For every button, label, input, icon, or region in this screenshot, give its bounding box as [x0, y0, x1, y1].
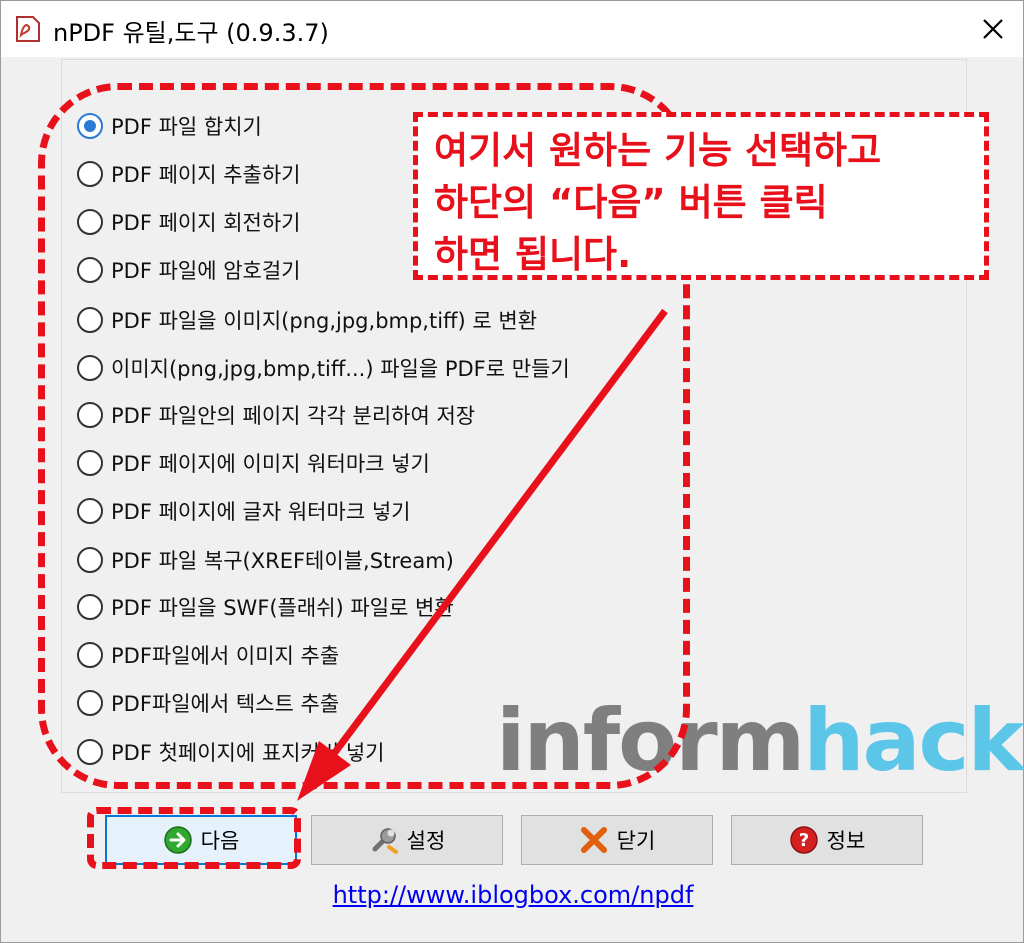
annotation-callout: 여기서 원하는 기능 선택하고 하단의 “다음” 버튼 클릭 하면 됩니다.: [413, 112, 989, 280]
settings-button-label: 설정: [406, 829, 446, 853]
option-text-watermark[interactable]: PDF 페이지에 글자 워터마크 넣기: [77, 491, 410, 531]
option-label: PDF 페이지 회전하기: [111, 211, 301, 235]
radio-button[interactable]: [77, 450, 103, 476]
option-image-to-pdf[interactable]: 이미지(png,jpg,bmp,tiff...) 파일을 PDF로 만들기: [77, 348, 570, 388]
option-label: PDF 페이지에 글자 워터마크 넣기: [111, 500, 411, 524]
title-bar: nPDF 유틸,도구 (0.9.3.7): [1, 1, 1023, 57]
radio-button[interactable]: [77, 209, 103, 235]
option-label: PDF 파일에 암호걸기: [111, 259, 301, 283]
option-label: PDF파일에서 이미지 추출: [111, 644, 340, 668]
radio-button[interactable]: [77, 161, 103, 187]
watermark-part-2: hack: [803, 691, 1024, 791]
option-repair-pdf[interactable]: PDF 파일 복구(XREF테이블,Stream): [77, 540, 454, 580]
info-button-label: 정보: [826, 829, 866, 853]
pdf-app-icon: [16, 16, 40, 42]
radio-button[interactable]: [77, 257, 103, 283]
watermark-part-1: inform: [496, 691, 805, 791]
option-label: PDF 파일을 SWF(플래쉬) 파일로 변환: [111, 596, 454, 620]
option-pdf-to-swf[interactable]: PDF 파일을 SWF(플래쉬) 파일로 변환: [77, 587, 454, 627]
option-cover-page[interactable]: PDF 첫페이지에 표지커버 넣기: [77, 732, 384, 772]
option-pdf-to-image[interactable]: PDF 파일을 이미지(png,jpg,bmp,tiff) 로 변환: [77, 300, 537, 340]
homepage-link[interactable]: http://www.iblogbox.com/npdf: [1, 881, 1024, 909]
radio-button[interactable]: [77, 307, 103, 333]
window-title: nPDF 유틸,도구 (0.9.3.7): [53, 19, 329, 47]
option-merge-pdf[interactable]: PDF 파일 합치기: [77, 106, 262, 146]
option-label: PDF 페이지 추출하기: [111, 163, 301, 187]
radio-button[interactable]: [77, 355, 103, 381]
radio-button[interactable]: [77, 739, 103, 765]
option-label: 이미지(png,jpg,bmp,tiff...) 파일을 PDF로 만들기: [111, 357, 570, 381]
help-icon: ?: [789, 826, 818, 854]
callout-text: 여기서 원하는 기능 선택하고 하단의 “다음” 버튼 클릭 하면 됩니다.: [434, 129, 882, 276]
radio-button[interactable]: [77, 690, 103, 716]
option-label: PDF 첫페이지에 표지커버 넣기: [111, 741, 385, 765]
close-icon: [983, 19, 1003, 39]
npdf-window: nPDF 유틸,도구 (0.9.3.7) PDF 파일 합치기 PDF 페이지 …: [0, 0, 1024, 943]
svg-text:?: ?: [798, 830, 808, 851]
settings-button[interactable]: 설정: [311, 815, 503, 865]
option-split-pages[interactable]: PDF 파일안의 페이지 각각 분리하여 저장: [77, 395, 475, 435]
option-rotate-pages[interactable]: PDF 페이지 회전하기: [77, 202, 301, 242]
info-button[interactable]: ? 정보: [731, 815, 923, 865]
radio-button[interactable]: [77, 547, 103, 573]
option-label: PDF 파일 합치기: [111, 115, 262, 139]
wrench-icon: [372, 828, 398, 854]
option-label: PDF파일에서 텍스트 추출: [111, 692, 340, 716]
option-label: PDF 파일을 이미지(png,jpg,bmp,tiff) 로 변환: [111, 309, 538, 333]
option-label: PDF 파일안의 페이지 각각 분리하여 저장: [111, 404, 476, 428]
radio-button[interactable]: [77, 594, 103, 620]
option-extract-text[interactable]: PDF파일에서 텍스트 추출: [77, 683, 339, 723]
next-button[interactable]: 다음: [105, 815, 297, 865]
green-arrow-icon: [163, 826, 192, 854]
radio-button[interactable]: [77, 402, 103, 428]
radio-button-selected[interactable]: [77, 113, 103, 139]
red-x-icon: [580, 827, 607, 853]
option-extract-pages[interactable]: PDF 페이지 추출하기: [77, 154, 301, 194]
radio-button[interactable]: [77, 642, 103, 668]
option-image-watermark[interactable]: PDF 페이지에 이미지 워터마크 넣기: [77, 443, 430, 483]
window-close-button[interactable]: [963, 1, 1023, 57]
informhack-watermark: informhack: [496, 691, 1024, 791]
radio-button[interactable]: [77, 498, 103, 524]
option-encrypt-pdf[interactable]: PDF 파일에 암호걸기: [77, 250, 301, 290]
close-button-label: 닫기: [616, 829, 656, 853]
option-label: PDF 페이지에 이미지 워터마크 넣기: [111, 452, 430, 476]
close-button[interactable]: 닫기: [521, 815, 713, 865]
next-button-label: 다음: [200, 829, 240, 853]
option-label: PDF 파일 복구(XREF테이블,Stream): [111, 549, 454, 573]
option-extract-images[interactable]: PDF파일에서 이미지 추출: [77, 635, 339, 675]
